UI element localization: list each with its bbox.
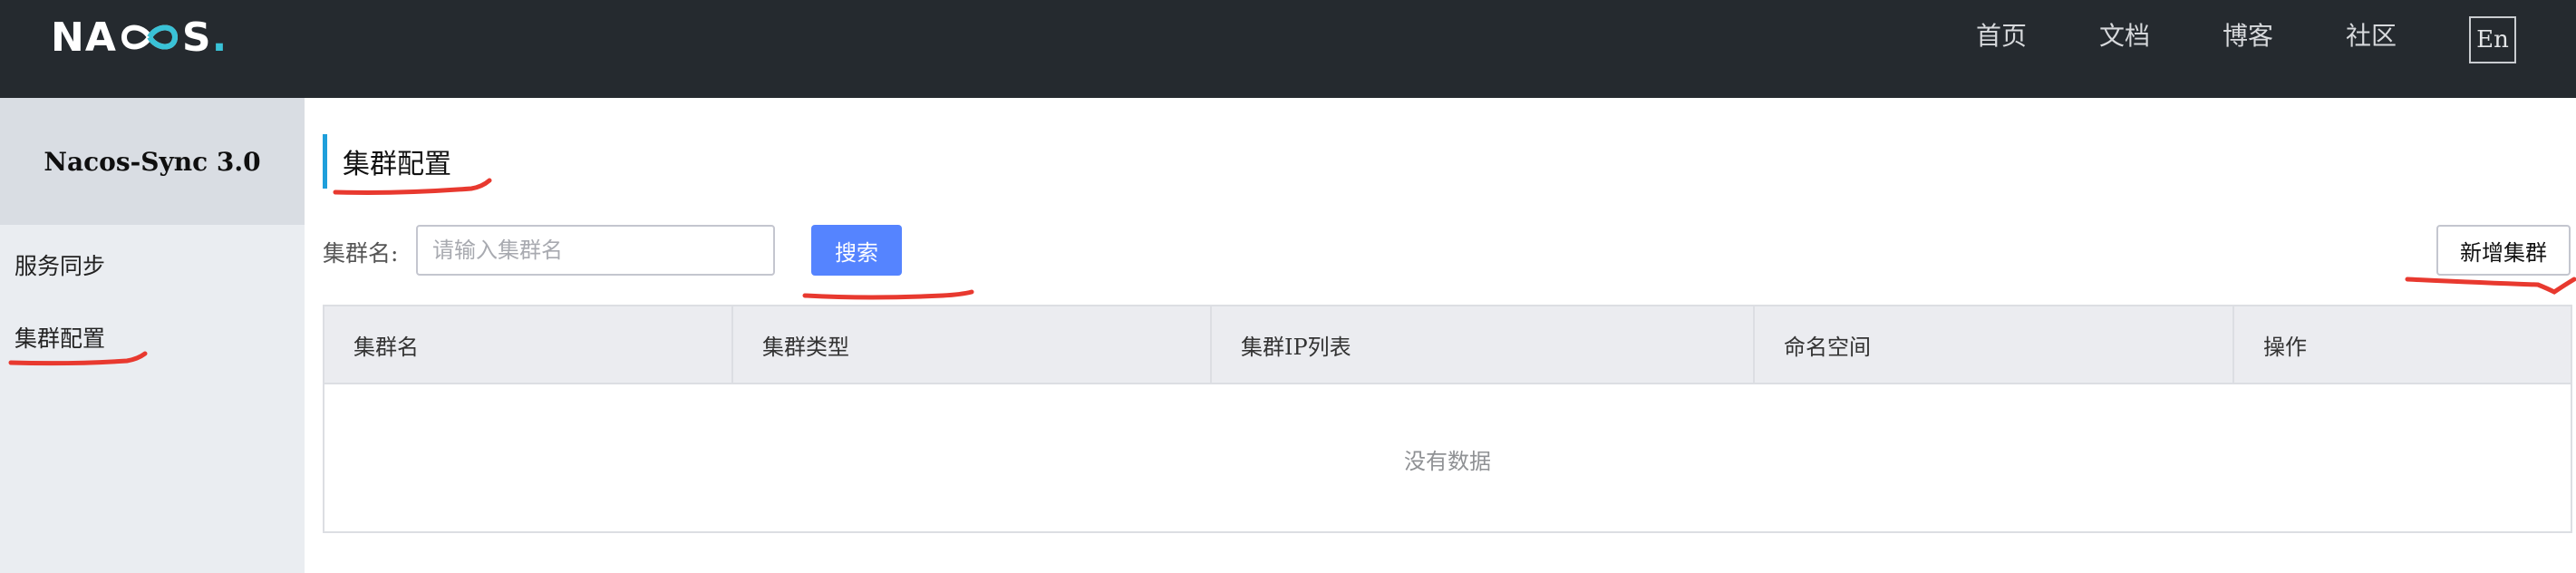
annotation-underline-search-button bbox=[802, 289, 974, 300]
sidebar-title: Nacos-Sync 3.0 bbox=[0, 98, 305, 225]
column-header-actions: 操作 bbox=[2263, 334, 2307, 360]
nav-docs-link[interactable]: 文档 bbox=[2099, 16, 2150, 56]
table-empty-message: 没有数据 bbox=[1404, 448, 1491, 474]
column-header-cluster-name[interactable]: 集群名 bbox=[324, 306, 733, 383]
search-button[interactable]: 搜索 bbox=[811, 225, 902, 276]
logo-infinity-icon bbox=[121, 24, 178, 50]
annotation-underline-add-button bbox=[2405, 277, 2576, 295]
sidebar-item-cluster-config[interactable]: 集群配置 bbox=[15, 321, 105, 354]
logo-text-right: S bbox=[181, 14, 212, 61]
annotation-underline-page-title bbox=[333, 178, 492, 195]
logo-text-left: NA bbox=[51, 14, 117, 61]
language-switch-button[interactable]: En bbox=[2469, 16, 2516, 63]
sidebar-item-service-sync[interactable]: 服务同步 bbox=[15, 248, 105, 281]
add-cluster-button[interactable]: 新增集群 bbox=[2436, 225, 2571, 276]
cluster-name-search-input[interactable] bbox=[416, 225, 775, 276]
nav-blog-link[interactable]: 博客 bbox=[2223, 16, 2273, 56]
nav-home-link[interactable]: 首页 bbox=[1976, 16, 2027, 56]
sidebar: Nacos-Sync 3.0 服务同步 集群配置 bbox=[0, 98, 305, 573]
cluster-table: 集群名 集群类型 集群IP列表 命名空间 操作 没有数据 bbox=[323, 305, 2572, 533]
logo-dot: . bbox=[211, 14, 228, 61]
cluster-name-label: 集群名: bbox=[323, 240, 399, 267]
column-header-namespace[interactable]: 命名空间 bbox=[1755, 306, 2234, 383]
table-header: 集群名 集群类型 集群IP列表 命名空间 操作 bbox=[324, 306, 2571, 384]
page-title: 集群配置 bbox=[343, 149, 451, 180]
top-header: NA S . 首页 文档 博客 社区 En bbox=[0, 0, 2576, 98]
column-header-cluster-ip-list[interactable]: 集群IP列表 bbox=[1212, 306, 1755, 383]
nacos-logo[interactable]: NA S . bbox=[51, 13, 227, 62]
nav-community-link[interactable]: 社区 bbox=[2346, 16, 2397, 56]
title-accent-bar bbox=[323, 134, 327, 189]
column-header-cluster-type[interactable]: 集群类型 bbox=[733, 306, 1212, 383]
